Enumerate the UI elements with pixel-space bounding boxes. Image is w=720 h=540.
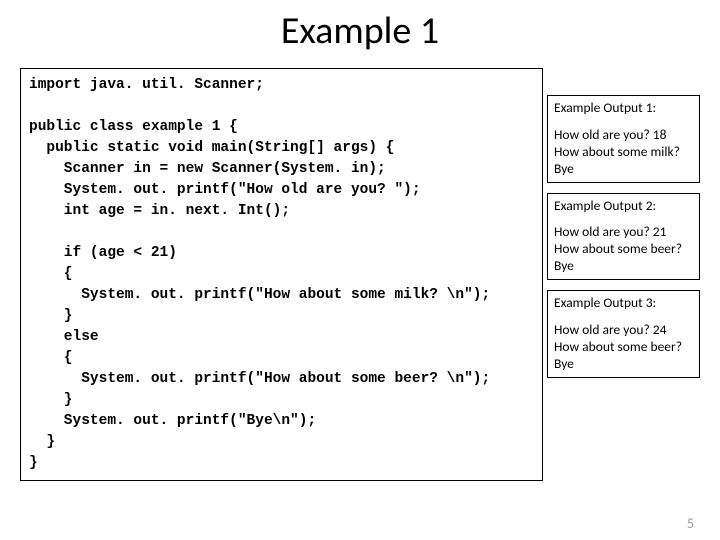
slide-title: Example 1 — [20, 8, 700, 54]
output-box-2: Example Output 2: How old are you? 21 Ho… — [547, 193, 700, 281]
output-header: Example Output 3: — [554, 295, 693, 312]
output-line: How old are you? 21 — [554, 224, 693, 241]
output-line: Bye — [554, 258, 693, 275]
output-line: How about some beer? — [554, 339, 693, 356]
page-number: 5 — [687, 515, 694, 532]
output-line: How old are you? 18 — [554, 127, 693, 144]
output-line: How about some beer? — [554, 241, 693, 258]
output-line: Bye — [554, 161, 693, 178]
output-box-3: Example Output 3: How old are you? 24 Ho… — [547, 290, 700, 378]
slide: Example 1 import java. util. Scanner; pu… — [0, 0, 720, 540]
output-line: Bye — [554, 356, 693, 373]
output-column: Example Output 1: How old are you? 18 Ho… — [547, 95, 700, 378]
output-header: Example Output 1: — [554, 100, 693, 117]
code-block: import java. util. Scanner; public class… — [20, 68, 543, 481]
output-header: Example Output 2: — [554, 198, 693, 215]
output-line: How old are you? 24 — [554, 322, 693, 339]
output-line: How about some milk? — [554, 144, 693, 161]
output-box-1: Example Output 1: How old are you? 18 Ho… — [547, 95, 700, 183]
